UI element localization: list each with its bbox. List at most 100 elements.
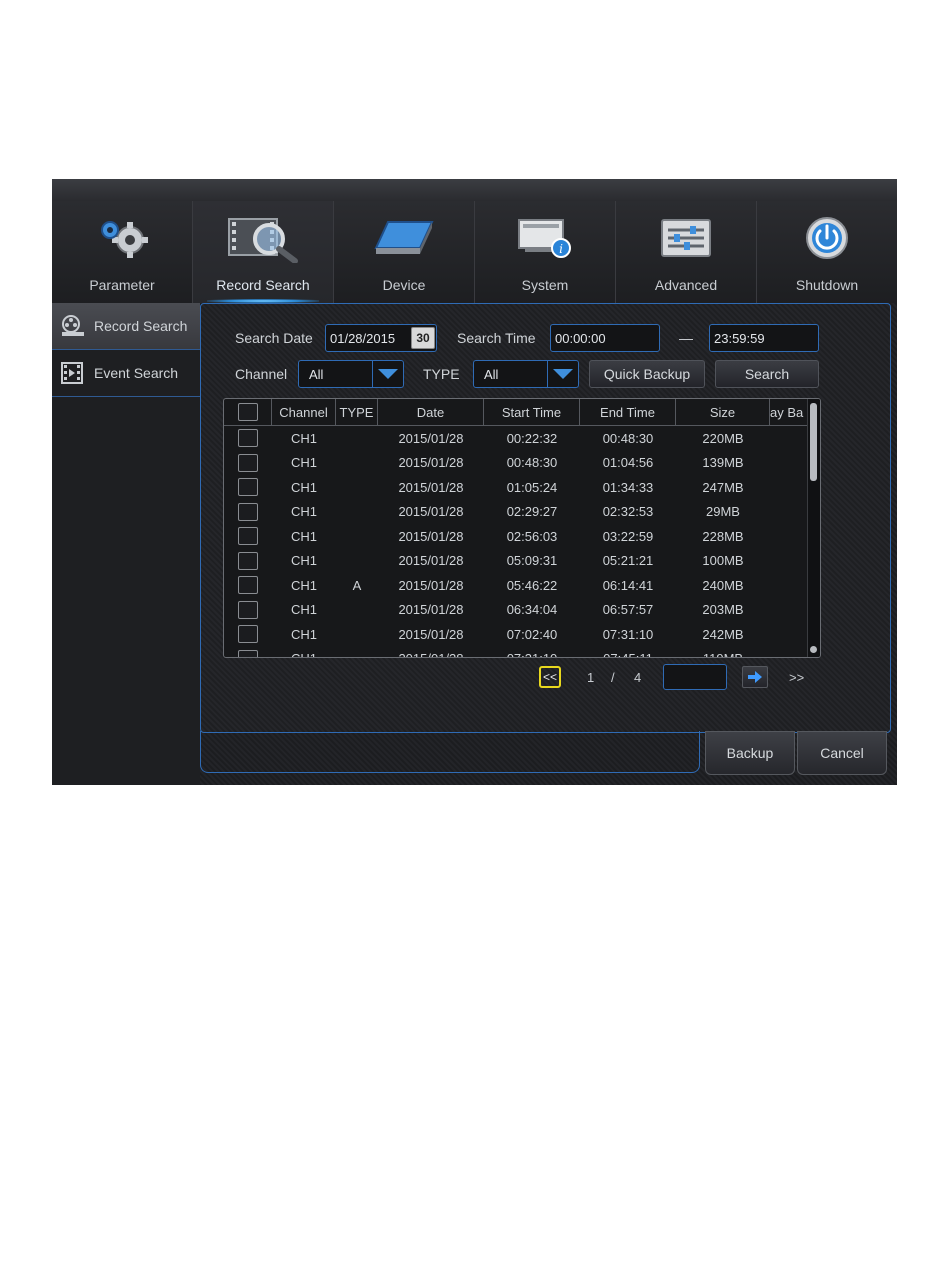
table-row[interactable]: CH1 2015/01/28 05:09:31 05:21:21 100MB [224, 549, 808, 574]
page-number-input[interactable] [663, 664, 727, 690]
cell-channel: CH1 [290, 504, 317, 520]
column-header[interactable]: ay Ba [770, 399, 808, 425]
select-all-cell [224, 399, 272, 425]
cell-start: 07:31:10 [484, 647, 580, 657]
cell-start: 00:48:30 [506, 455, 558, 471]
column-header[interactable]: Channel [272, 399, 336, 425]
row-select-cell [224, 475, 272, 500]
cell-date: 2015/01/28 [398, 504, 464, 520]
row-checkbox[interactable] [238, 600, 258, 619]
backup-button[interactable]: Backup [705, 731, 795, 775]
cell-start: 00:22:32 [506, 430, 558, 446]
row-select-cell [224, 500, 272, 525]
scrollbar-thumb[interactable] [810, 403, 817, 481]
nav-device[interactable]: Device [334, 201, 475, 303]
cell-start: 06:34:04 [506, 602, 558, 618]
nav-record-search[interactable]: Record Search [193, 201, 334, 303]
row-checkbox[interactable] [238, 478, 258, 497]
cell-type: A [352, 577, 362, 593]
table-row[interactable]: CH1 2015/01/28 07:02:40 07:31:10 242MB [224, 622, 808, 647]
cell-date: 2015/01/28 [398, 626, 464, 642]
go-page-button[interactable] [742, 666, 768, 688]
nav-system[interactable]: i System [475, 201, 616, 303]
cell-end: 07:45:11 [580, 647, 676, 657]
table-row[interactable]: CH1 2015/01/28 06:34:04 06:57:57 203MB [224, 598, 808, 623]
nav-shutdown[interactable]: Shutdown [757, 201, 897, 303]
row-checkbox[interactable] [238, 429, 258, 448]
cell-start: 02:29:27 [506, 504, 558, 520]
last-page-button[interactable]: >> [789, 670, 804, 685]
row-select-cell [224, 451, 272, 476]
row-select-cell [224, 426, 272, 451]
chevron-down-icon [372, 361, 403, 387]
table-row[interactable]: CH1 2015/01/2807:31:1007:45:11119MB [224, 647, 808, 658]
dvr-window: Parameter Record Search Device i System … [52, 179, 897, 785]
cell-end: 05:21:21 [602, 553, 654, 569]
cell-end: 03:22:59 [602, 528, 654, 544]
cell-end: 02:32:53 [602, 504, 654, 520]
cell-start: 02:56:03 [506, 528, 558, 544]
cell-type [336, 647, 378, 658]
side-item-event-search[interactable]: Event Search [52, 350, 200, 397]
cell-size: 119MB [676, 647, 770, 657]
cell-end: 01:34:33 [602, 479, 654, 495]
row-checkbox[interactable] [238, 453, 258, 472]
row-select-cell [224, 598, 272, 623]
type-select[interactable]: All [473, 360, 579, 388]
table-row[interactable]: CH1 A 2015/01/28 05:46:22 06:14:41 240MB [224, 573, 808, 598]
top-nav: Parameter Record Search Device i System … [52, 201, 897, 303]
first-page-button[interactable]: << [539, 666, 561, 688]
side-item-label: Record Search [94, 318, 188, 334]
cell-channel: CH1 [290, 479, 317, 495]
side-item-record-search[interactable]: Record Search [52, 303, 200, 350]
row-checkbox[interactable] [238, 625, 258, 644]
cell-date: 2015/01/28 [398, 430, 464, 446]
row-select-cell [224, 622, 272, 647]
cell-channel: CH1 [290, 577, 317, 593]
page-separator: / [611, 670, 615, 685]
table-row[interactable]: CH1 2015/01/28 00:22:32 00:48:30 220MB [224, 426, 808, 451]
cell-channel: CH1 [290, 553, 317, 569]
table-row[interactable]: CH1 2015/01/28 02:56:03 03:22:59 228MB [224, 524, 808, 549]
total-pages: 4 [634, 670, 642, 685]
nav-label: Device [382, 277, 426, 293]
cell-channel: CH1 [290, 528, 317, 544]
search-button[interactable]: Search [715, 360, 819, 388]
column-header[interactable]: TYPE [336, 399, 378, 425]
channel-select[interactable]: All [298, 360, 404, 388]
table-row[interactable]: CH1 2015/01/28 02:29:27 02:32:53 29MB [224, 500, 808, 525]
start-time-field[interactable]: 00:00:00 [550, 324, 660, 352]
table-scrollbar[interactable] [807, 399, 820, 657]
nav-label: System [521, 277, 569, 293]
table-row[interactable]: CH1 2015/01/28 01:05:24 01:34:33 247MB [224, 475, 808, 500]
column-header[interactable]: Start Time [484, 399, 580, 425]
current-page: 1 [587, 670, 595, 685]
end-time-field[interactable]: 23:59:59 [709, 324, 819, 352]
row-checkbox[interactable] [238, 527, 258, 546]
select-all-checkbox[interactable] [237, 403, 258, 421]
cell-start: 07:02:40 [506, 626, 558, 642]
row-checkbox[interactable] [238, 502, 258, 521]
row-checkbox[interactable] [238, 649, 258, 657]
quick-backup-button[interactable]: Quick Backup [589, 360, 705, 388]
row-checkbox[interactable] [238, 576, 258, 595]
column-header[interactable]: Size [676, 399, 770, 425]
nav-advanced[interactable]: Advanced [616, 201, 757, 303]
cell-channel: CH1 [290, 455, 317, 471]
search-date-value: 01/28/2015 [330, 330, 396, 346]
cell-size: 240MB [702, 577, 744, 593]
cancel-button[interactable]: Cancel [797, 731, 887, 775]
column-header[interactable]: End Time [580, 399, 676, 425]
table-row[interactable]: CH1 2015/01/28 00:48:30 01:04:56 139MB [224, 451, 808, 476]
cell-channel: CH1 [290, 626, 317, 642]
nav-parameter[interactable]: Parameter [52, 201, 193, 303]
film-magnifier-icon [228, 218, 298, 263]
calendar-icon[interactable]: 30 [411, 327, 435, 349]
cell-channel: CH1 [290, 430, 317, 446]
row-checkbox[interactable] [238, 551, 258, 570]
row-select-cell [224, 524, 272, 549]
calendar-day: 30 [416, 331, 430, 345]
search-date-label: Search Date [235, 330, 313, 346]
column-header[interactable]: Date [378, 399, 484, 425]
table-header: Channel TYPE Date Start Time End Time Si… [224, 399, 808, 426]
